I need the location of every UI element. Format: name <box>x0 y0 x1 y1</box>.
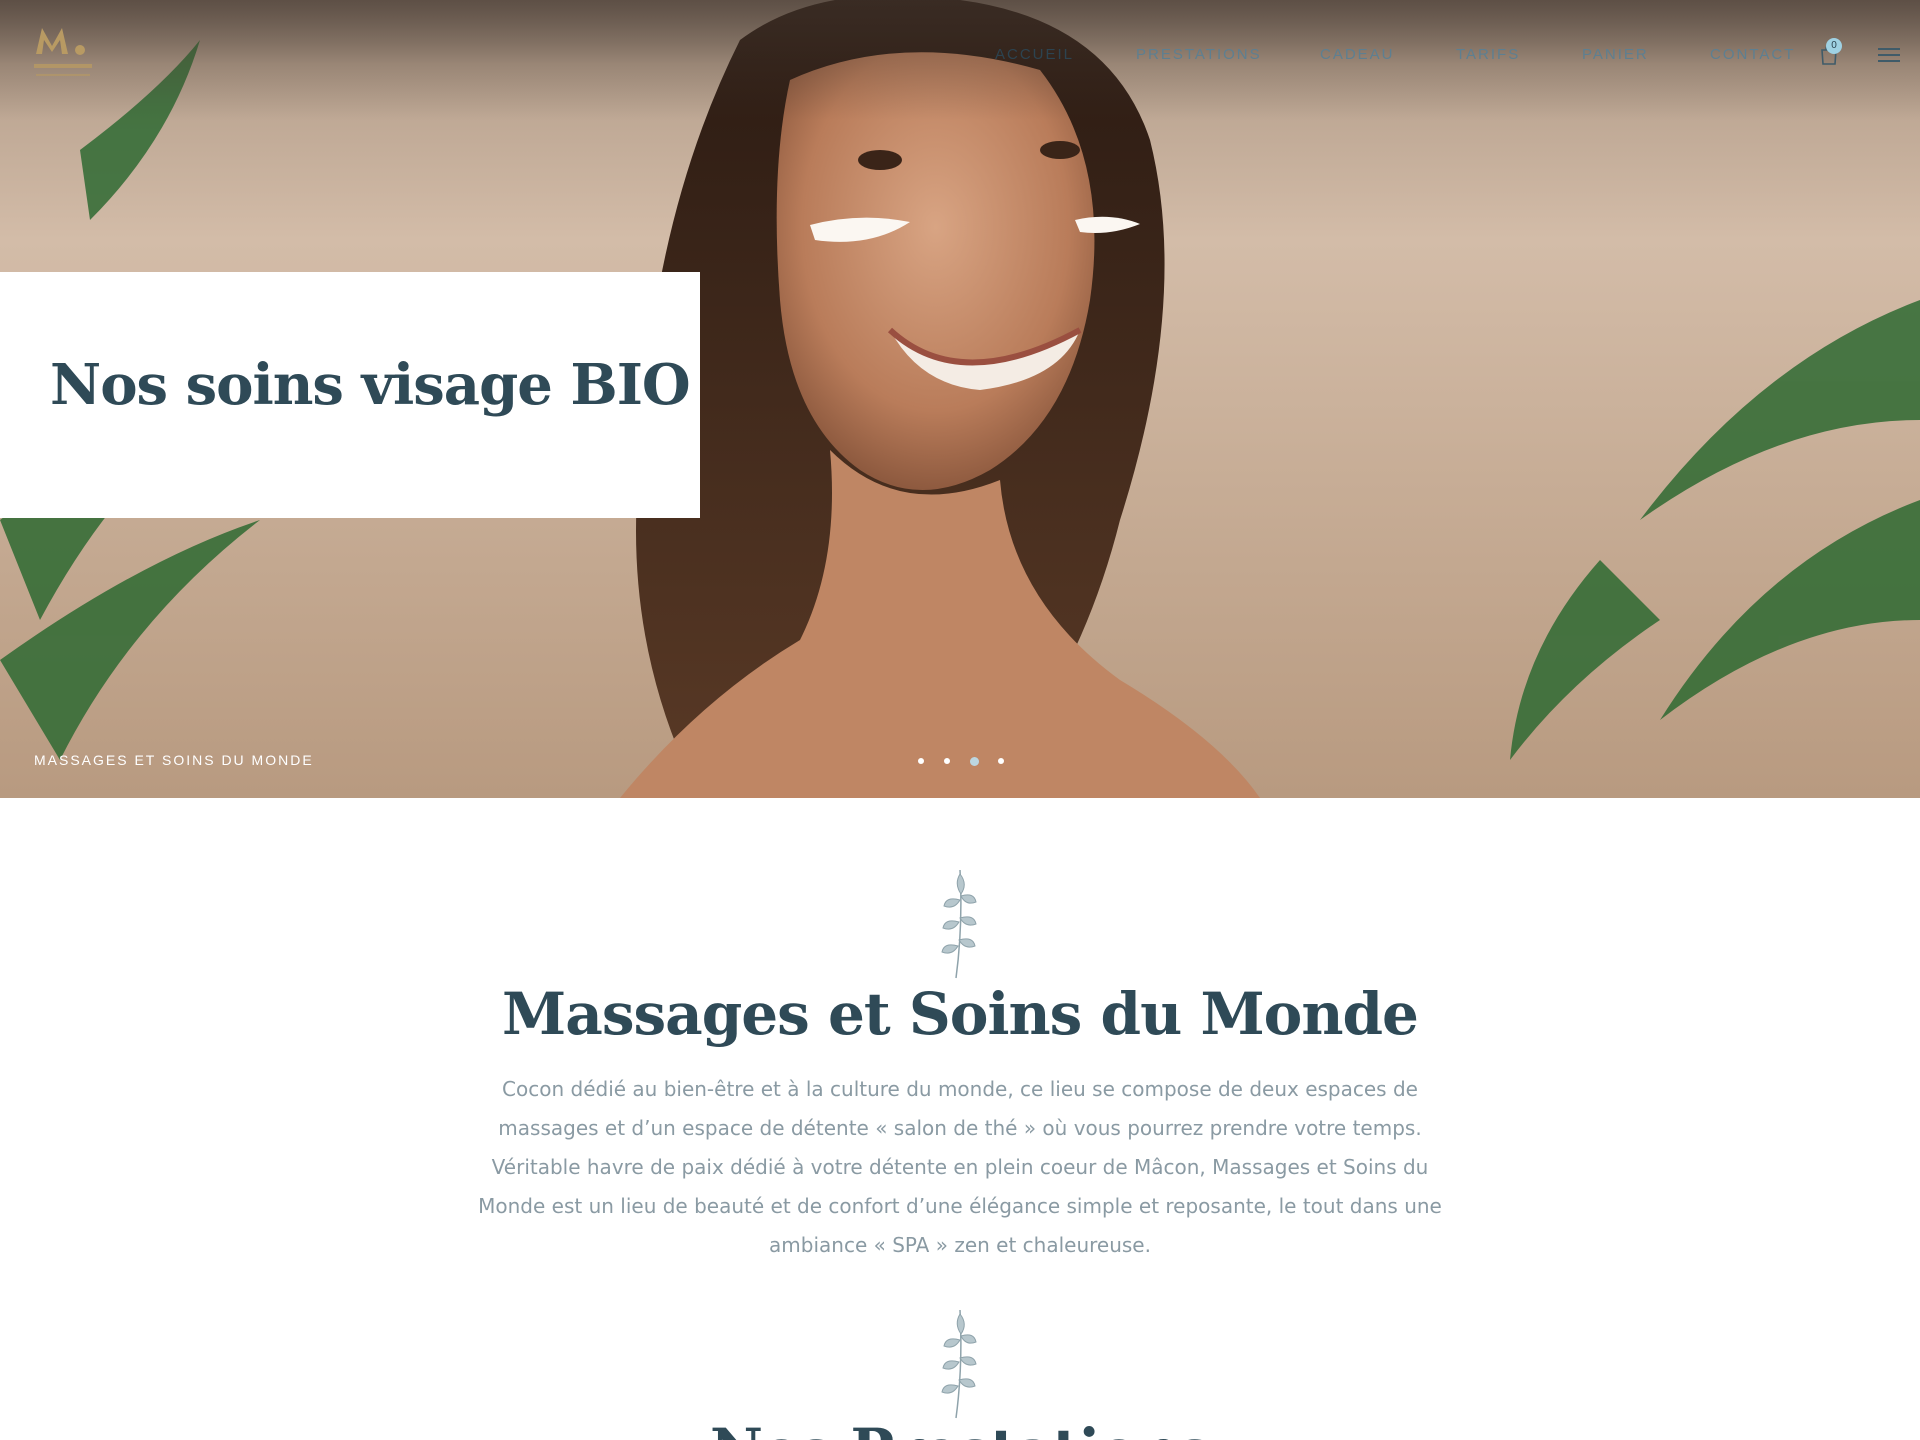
leaf-ornament-icon <box>941 869 977 979</box>
leaf-ornament-icon <box>941 1309 977 1419</box>
about-text: Cocon dédié au bien-être et à la culture… <box>478 1077 1442 1257</box>
nav-cadeau[interactable]: CADEAU <box>1320 46 1395 63</box>
nav-contact[interactable]: CONTACT <box>1710 46 1795 63</box>
hero-title: Nos soins visage BIO <box>50 352 691 418</box>
slider-dot-4[interactable] <box>998 758 1004 764</box>
services-title: Nos Prestations <box>0 1416 1920 1440</box>
slider-dot-1[interactable] <box>918 758 924 764</box>
hero-title-card: Nos soins visage BIO <box>0 272 700 518</box>
nav-accueil[interactable]: ACCUEIL <box>995 46 1074 63</box>
slider-dot-2[interactable] <box>944 758 950 764</box>
nav-tarifs[interactable]: TARIFS <box>1456 46 1520 63</box>
brand-logo[interactable] <box>28 22 98 86</box>
hamburger-menu-icon[interactable] <box>1878 48 1900 62</box>
slider-dot-3[interactable] <box>970 757 979 766</box>
about-title: Massages et Soins du Monde <box>502 980 1419 1048</box>
hero-caption: MASSAGES ET SOINS DU MONDE <box>34 752 314 768</box>
nav-prestations[interactable]: PRESTATIONS <box>1136 46 1262 63</box>
hero-slider: ACCUEIL PRESTATIONS CADEAU TARIFS PANIER… <box>0 0 1920 798</box>
cart-count-badge: 0 <box>1826 38 1842 54</box>
nav-panier[interactable]: PANIER <box>1582 46 1649 63</box>
